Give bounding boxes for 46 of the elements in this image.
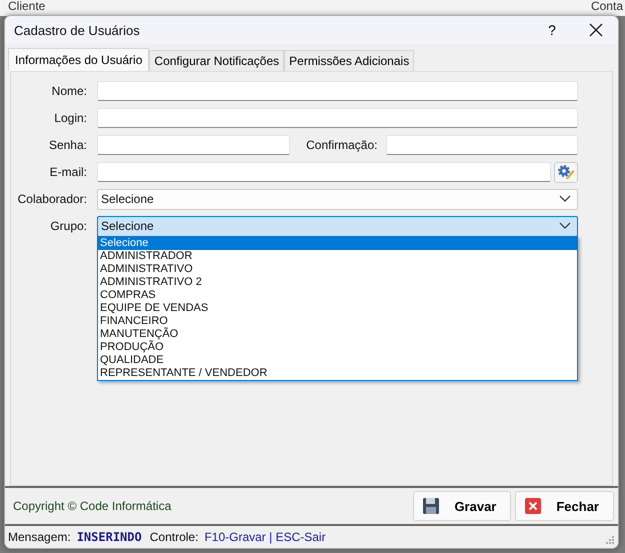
field-label: Confirmação:	[305, 138, 378, 152]
background-label: Cliente	[7, 0, 46, 13]
password-field[interactable]	[97, 135, 290, 155]
background-label: Conta	[590, 0, 624, 13]
dropdown-option[interactable]: QUALIDADE	[98, 354, 577, 367]
status-message: INSERINDO	[76, 530, 142, 544]
status-label: Controle:	[150, 530, 198, 544]
dropdown-option[interactable]: FINANCEIRO	[98, 315, 577, 328]
field-label: Grupo:	[49, 219, 87, 233]
tab[interactable]: Informações do Usuário	[8, 48, 150, 71]
group-dropdown[interactable]: Selecione	[97, 216, 578, 236]
resize-grip-icon	[605, 535, 615, 545]
save-button[interactable]: Gravar	[413, 491, 512, 521]
tab[interactable]: Permissões Adicionais	[284, 50, 414, 71]
dropdown-option[interactable]: COMPRAS	[98, 289, 577, 302]
dropdown-option[interactable]: MANUTENÇÃO	[98, 328, 577, 341]
help-button[interactable]: ?	[530, 16, 574, 44]
close-button[interactable]: Fechar	[515, 491, 614, 521]
status-label: Mensagem:	[8, 530, 71, 544]
chevron-down-icon	[559, 195, 571, 203]
field-label: E-mail:	[48, 165, 87, 179]
login-field[interactable]	[97, 108, 578, 128]
dropdown-option[interactable]: ADMINISTRATIVO	[98, 263, 577, 276]
field-label: Colaborador:	[16, 192, 87, 206]
chevron-down-icon	[559, 222, 571, 230]
dropdown-option[interactable]: Selecione	[98, 237, 577, 250]
copyright-text: Copyright © Code Informática	[13, 499, 172, 513]
dropdown-option[interactable]: ADMINISTRATIVO 2	[98, 276, 577, 289]
name-field[interactable]	[97, 81, 578, 101]
close-icon	[524, 497, 542, 515]
field-label: Senha:	[48, 138, 87, 152]
dropdown-option[interactable]: REPRESENTANTE / VENDEDOR	[98, 367, 577, 380]
tab[interactable]: Configurar Notificações	[149, 50, 284, 71]
collaborator-dropdown[interactable]: Selecione	[97, 188, 578, 210]
settings-button[interactable]	[554, 162, 578, 182]
dropdown-option[interactable]: ADMINISTRADOR	[98, 250, 577, 263]
shortcut-hint: F10-Gravar | ESC-Sair	[204, 530, 326, 544]
email-field[interactable]	[97, 162, 551, 182]
field-label: Login:	[53, 111, 87, 125]
dropdown-option[interactable]: PRODUÇÃO	[98, 341, 577, 354]
confirm-password-field[interactable]	[386, 135, 578, 155]
window-title: Cadastro de Usuários	[14, 22, 141, 38]
dropdown-option[interactable]: EQUIPE DE VENDAS	[98, 302, 577, 315]
field-label: Nome:	[50, 84, 87, 98]
gear-pencil-icon	[557, 164, 575, 180]
close-icon	[589, 23, 603, 37]
